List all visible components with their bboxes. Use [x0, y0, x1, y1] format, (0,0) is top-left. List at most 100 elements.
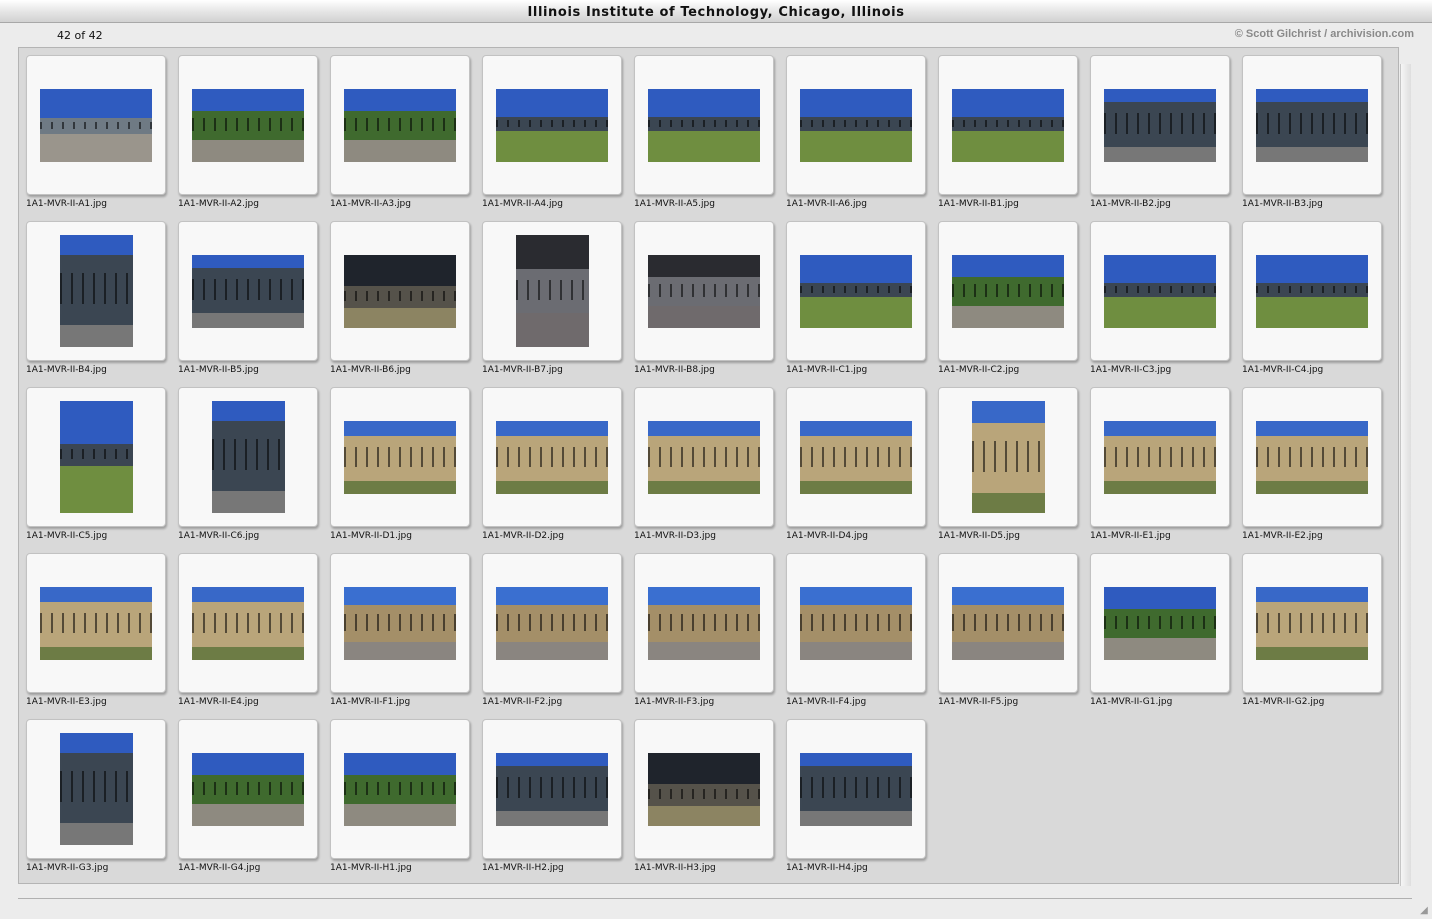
thumbnail-image[interactable] — [648, 587, 760, 660]
slide-mount[interactable] — [26, 387, 166, 527]
thumbnail-image[interactable] — [1104, 89, 1216, 162]
slide-mount[interactable] — [786, 719, 926, 859]
slide-mount[interactable] — [938, 55, 1078, 195]
thumbnail-item[interactable]: 1A1-MVR-II-B6.jpg — [330, 221, 470, 381]
slide-mount[interactable] — [330, 387, 470, 527]
slide-mount[interactable] — [178, 387, 318, 527]
slide-mount[interactable] — [1090, 553, 1230, 693]
slide-mount[interactable] — [178, 719, 318, 859]
thumbnail-image[interactable] — [60, 401, 133, 513]
thumbnail-item[interactable]: 1A1-MVR-II-H3.jpg — [634, 719, 774, 879]
thumbnail-item[interactable]: 1A1-MVR-II-B3.jpg — [1242, 55, 1382, 215]
thumbnail-image[interactable] — [648, 255, 760, 328]
thumbnail-item[interactable]: 1A1-MVR-II-F5.jpg — [938, 553, 1078, 713]
thumbnail-image[interactable] — [1256, 89, 1368, 162]
slide-mount[interactable] — [938, 387, 1078, 527]
thumbnail-image[interactable] — [1104, 587, 1216, 660]
slide-mount[interactable] — [482, 221, 622, 361]
thumbnail-item[interactable]: 1A1-MVR-II-A5.jpg — [634, 55, 774, 215]
thumbnail-image[interactable] — [516, 235, 589, 347]
slide-mount[interactable] — [938, 553, 1078, 693]
window-titlebar[interactable]: Illinois Institute of Technology, Chicag… — [0, 0, 1432, 23]
thumbnail-item[interactable]: 1A1-MVR-II-C2.jpg — [938, 221, 1078, 381]
thumbnail-item[interactable]: 1A1-MVR-II-C6.jpg — [178, 387, 318, 547]
thumbnail-item[interactable]: 1A1-MVR-II-A3.jpg — [330, 55, 470, 215]
thumbnail-image[interactable] — [344, 587, 456, 660]
slide-mount[interactable] — [786, 553, 926, 693]
thumbnail-item[interactable]: 1A1-MVR-II-G2.jpg — [1242, 553, 1382, 713]
thumbnail-item[interactable]: 1A1-MVR-II-E3.jpg — [26, 553, 166, 713]
vertical-scrollbar[interactable] — [1400, 64, 1411, 886]
thumbnail-item[interactable]: 1A1-MVR-II-F2.jpg — [482, 553, 622, 713]
thumbnail-image[interactable] — [800, 587, 912, 660]
thumbnail-image[interactable] — [60, 235, 133, 347]
thumbnail-item[interactable]: 1A1-MVR-II-B1.jpg — [938, 55, 1078, 215]
slide-mount[interactable] — [1090, 55, 1230, 195]
thumbnail-image[interactable] — [800, 255, 912, 328]
slide-mount[interactable] — [482, 387, 622, 527]
thumbnail-item[interactable]: 1A1-MVR-II-G4.jpg — [178, 719, 318, 879]
slide-mount[interactable] — [1242, 221, 1382, 361]
thumbnail-image[interactable] — [40, 89, 152, 162]
thumbnail-image[interactable] — [1104, 255, 1216, 328]
thumbnail-item[interactable]: 1A1-MVR-II-C4.jpg — [1242, 221, 1382, 381]
slide-mount[interactable] — [786, 221, 926, 361]
thumbnail-item[interactable]: 1A1-MVR-II-D3.jpg — [634, 387, 774, 547]
thumbnail-image[interactable] — [192, 89, 304, 162]
thumbnail-item[interactable]: 1A1-MVR-II-F1.jpg — [330, 553, 470, 713]
thumbnail-image[interactable] — [800, 421, 912, 494]
slide-mount[interactable] — [1242, 387, 1382, 527]
thumbnail-image[interactable] — [800, 753, 912, 826]
thumbnail-item[interactable]: 1A1-MVR-II-D4.jpg — [786, 387, 926, 547]
thumbnail-image[interactable] — [496, 421, 608, 494]
slide-mount[interactable] — [330, 221, 470, 361]
thumbnail-image[interactable] — [344, 255, 456, 328]
thumbnail-image[interactable] — [952, 255, 1064, 328]
slide-mount[interactable] — [178, 55, 318, 195]
slide-mount[interactable] — [634, 55, 774, 195]
thumbnail-item[interactable]: 1A1-MVR-II-D2.jpg — [482, 387, 622, 547]
thumbnail-image[interactable] — [952, 89, 1064, 162]
thumbnail-image[interactable] — [496, 89, 608, 162]
thumbnail-item[interactable]: 1A1-MVR-II-F3.jpg — [634, 553, 774, 713]
slide-mount[interactable] — [1242, 55, 1382, 195]
slide-mount[interactable] — [634, 553, 774, 693]
slide-mount[interactable] — [634, 221, 774, 361]
thumbnail-image[interactable] — [648, 753, 760, 826]
thumbnail-item[interactable]: 1A1-MVR-II-B4.jpg — [26, 221, 166, 381]
thumbnail-image[interactable] — [192, 587, 304, 660]
thumbnail-item[interactable]: 1A1-MVR-II-E1.jpg — [1090, 387, 1230, 547]
thumbnail-item[interactable]: 1A1-MVR-II-D1.jpg — [330, 387, 470, 547]
slide-mount[interactable] — [26, 221, 166, 361]
slide-mount[interactable] — [1090, 387, 1230, 527]
thumbnail-image[interactable] — [648, 421, 760, 494]
thumbnail-image[interactable] — [60, 733, 133, 845]
thumbnail-item[interactable]: 1A1-MVR-II-A6.jpg — [786, 55, 926, 215]
thumbnail-item[interactable]: 1A1-MVR-II-H4.jpg — [786, 719, 926, 879]
slide-mount[interactable] — [26, 553, 166, 693]
slide-mount[interactable] — [26, 55, 166, 195]
resize-grip-icon[interactable]: ◢ — [1418, 905, 1430, 917]
thumbnail-item[interactable]: 1A1-MVR-II-G1.jpg — [1090, 553, 1230, 713]
thumbnail-item[interactable]: 1A1-MVR-II-A1.jpg — [26, 55, 166, 215]
slide-mount[interactable] — [786, 387, 926, 527]
slide-mount[interactable] — [786, 55, 926, 195]
thumbnail-item[interactable]: 1A1-MVR-II-E4.jpg — [178, 553, 318, 713]
thumbnail-image[interactable] — [952, 587, 1064, 660]
thumbnail-image[interactable] — [212, 401, 285, 513]
thumbnail-image[interactable] — [1256, 587, 1368, 660]
slide-mount[interactable] — [330, 55, 470, 195]
thumbnail-item[interactable]: 1A1-MVR-II-A2.jpg — [178, 55, 318, 215]
thumbnail-image[interactable] — [496, 753, 608, 826]
slide-mount[interactable] — [482, 55, 622, 195]
thumbnail-item[interactable]: 1A1-MVR-II-G3.jpg — [26, 719, 166, 879]
thumbnail-image[interactable] — [40, 587, 152, 660]
slide-mount[interactable] — [1242, 553, 1382, 693]
thumbnail-item[interactable]: 1A1-MVR-II-H2.jpg — [482, 719, 622, 879]
thumbnail-item[interactable]: 1A1-MVR-II-C3.jpg — [1090, 221, 1230, 381]
thumbnail-item[interactable]: 1A1-MVR-II-H1.jpg — [330, 719, 470, 879]
thumbnail-image[interactable] — [344, 421, 456, 494]
thumbnail-image[interactable] — [344, 89, 456, 162]
thumbnail-item[interactable]: 1A1-MVR-II-E2.jpg — [1242, 387, 1382, 547]
slide-mount[interactable] — [330, 553, 470, 693]
